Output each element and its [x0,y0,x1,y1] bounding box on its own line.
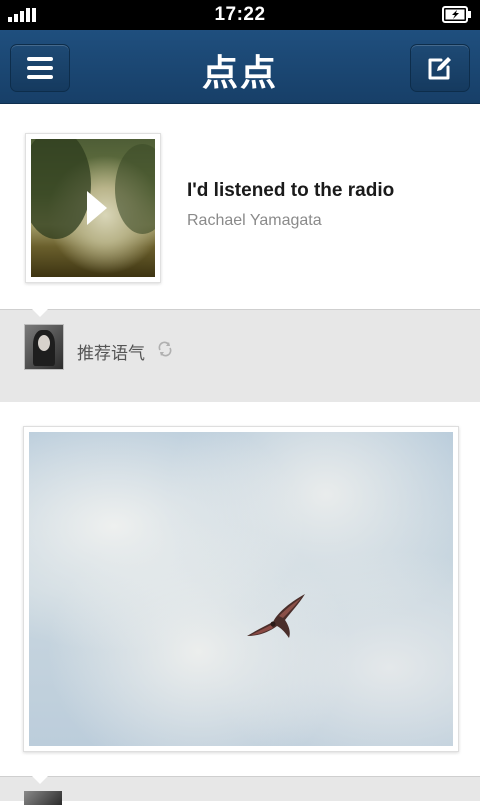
bird-image [247,594,305,638]
app-header: 点点 [0,30,480,104]
card-pointer [32,776,48,784]
battery-charging-icon [442,6,472,23]
photo-post-card[interactable] [0,402,480,776]
status-time: 17:22 [214,4,266,25]
avatar[interactable] [24,791,62,805]
album-cover[interactable] [25,133,161,283]
post-author-bar: 推荐语气 [0,309,480,403]
card-pointer [32,309,48,317]
song-artist[interactable]: Rachael Yamagata [187,212,322,230]
avatar[interactable] [24,324,64,370]
author-name[interactable]: 推荐语气 [77,339,145,364]
music-post-card[interactable] [0,104,480,309]
album-art-image [31,139,155,277]
app-title: 点点 [201,53,278,94]
play-icon[interactable] [87,191,107,225]
status-bar: 17:22 [0,0,480,30]
next-post-author-bar [0,776,480,805]
post-photo[interactable] [29,432,453,746]
photo-frame [23,426,459,752]
compose-icon [427,55,453,81]
compose-button[interactable] [410,44,470,92]
reblog-icon [157,341,173,357]
song-title[interactable]: I'd listened to the radio [187,180,394,202]
